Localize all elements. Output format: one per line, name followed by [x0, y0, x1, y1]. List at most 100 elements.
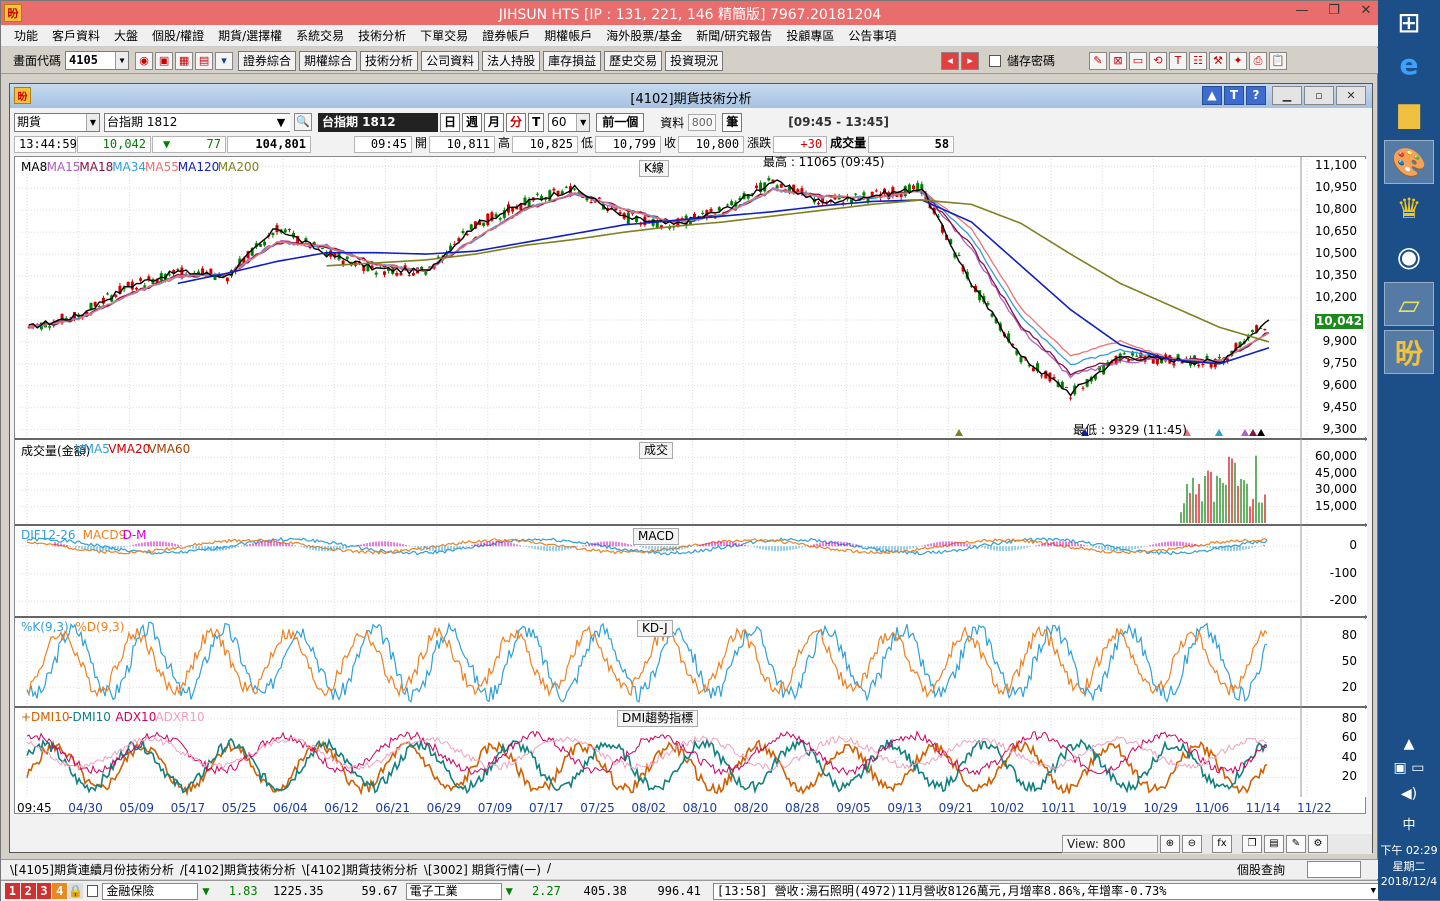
restore-icon[interactable]: ❐ [1325, 3, 1343, 18]
window-tab[interactable]: \[4102]期貨技術分析 [299, 861, 421, 878]
up-triangle-icon[interactable]: ▲ [1202, 86, 1222, 105]
draw-icon[interactable]: ✎ [1286, 835, 1306, 853]
period-button[interactable]: 月 [484, 112, 505, 132]
menu-item[interactable]: 下單交易 [413, 27, 475, 44]
paint-icon[interactable]: 🎨 [1384, 140, 1434, 184]
copy-icon[interactable]: ❐ [1242, 835, 1262, 853]
tray-volume-icon[interactable]: ◀) [1378, 786, 1440, 802]
printer-icon[interactable]: ⎙ [1249, 51, 1267, 70]
menu-item[interactable]: 技術分析 [351, 27, 413, 44]
news-ticker[interactable]: [13:58] 營收:湯石照明(4972)11月營收8126萬元,月增率8.86… [712, 882, 1380, 900]
child-restore-icon[interactable]: ▫ [1304, 86, 1334, 105]
page-3-button[interactable]: 3 [36, 883, 52, 899]
layout-icon[interactable]: ▤ [1264, 835, 1284, 853]
window-tab[interactable]: /[4102]期貨技術分析 [177, 861, 299, 878]
tray-up-arrow-icon[interactable]: ▲ [1378, 736, 1440, 752]
menu-item[interactable]: 海外股票/基金 [599, 27, 689, 44]
prev-button[interactable]: 前一個 [596, 112, 645, 132]
symbol-select[interactable]: 台指期 1812 ▼ [104, 112, 290, 132]
tool-icon-5[interactable]: T [1169, 51, 1187, 70]
menu-item[interactable]: 系統交易 [289, 27, 351, 44]
sector-name[interactable]: 金融保險 [102, 882, 199, 900]
chevron-down-icon[interactable]: ▼ [1371, 884, 1376, 899]
data-count-input[interactable]: 800 [688, 113, 717, 131]
tool-icon-8[interactable]: ✦ [1229, 51, 1247, 70]
stock-query-input[interactable] [1307, 861, 1361, 878]
chevron-down-icon[interactable]: ▼ [115, 52, 129, 69]
magnifier-icon[interactable]: 🔍 [294, 113, 312, 131]
menu-item[interactable]: 個股/權證 [145, 27, 211, 44]
text-t-icon[interactable]: T [1224, 86, 1244, 105]
menu-item[interactable]: 公告事項 [841, 27, 903, 44]
ime-indicator[interactable]: 中 [1378, 814, 1440, 833]
lock-icon[interactable]: 🔒 [68, 883, 84, 899]
forward-arrow-icon[interactable]: ▸ [960, 51, 979, 70]
quick-nav-button[interactable]: 庫存損益 [543, 50, 602, 71]
windows-start-icon[interactable]: ⊞ [1384, 0, 1434, 44]
dropdown-icon[interactable]: ▾ [215, 51, 234, 70]
config-icon[interactable]: ▤ [195, 51, 214, 70]
period-button[interactable]: T [528, 112, 545, 132]
tray-network-icon[interactable]: ▣ ▭ [1378, 760, 1440, 776]
tile-red-icon[interactable]: ▦ [175, 51, 194, 70]
child-close-icon[interactable]: ✕ [1336, 86, 1366, 105]
menu-item[interactable]: 證券帳戶 [475, 27, 537, 44]
technical-chart[interactable]: 11,100 10,950 10,800 10,650 10,500 10,350 10,2… [14, 155, 1367, 815]
sticky-notes-icon[interactable]: ▱ [1384, 282, 1434, 326]
page-1-button[interactable]: 1 [5, 883, 20, 899]
tool-icon-2[interactable]: ⊠ [1109, 51, 1127, 70]
period-button[interactable]: 週 [462, 112, 483, 132]
zoom-in-icon[interactable]: ⊕ [1160, 835, 1180, 853]
clock-time[interactable]: 下午 02:29 [1378, 842, 1440, 858]
jihsun-taskbar-icon[interactable]: 昐 [1384, 330, 1434, 374]
tool-icon-3[interactable]: ▭ [1129, 51, 1147, 70]
period-button[interactable]: 分 [506, 112, 527, 132]
internet-explorer-icon[interactable]: e [1384, 42, 1434, 86]
quick-nav-button[interactable]: 期權綜合 [299, 50, 358, 71]
screen-code-input[interactable]: 4105 ▼ [65, 51, 130, 70]
window-red-icon[interactable]: ▣ [155, 51, 174, 70]
minimize-icon[interactable]: — [1293, 3, 1311, 18]
window-tab[interactable]: / [544, 861, 554, 878]
file-explorer-icon[interactable]: ▆ [1384, 90, 1434, 134]
period-button[interactable]: 日 [440, 112, 461, 132]
chevron-down-icon[interactable]: ▼ [272, 113, 290, 131]
interval-select[interactable]: 60 ▼ [548, 112, 591, 132]
window-tab[interactable]: \[3002] 期貨行情(一) [421, 861, 544, 878]
page-4-button[interactable]: 4 [52, 883, 68, 899]
tool-icon-1[interactable]: ✎ [1089, 51, 1107, 70]
zoom-out-icon[interactable]: ⊖ [1182, 835, 1202, 853]
close-icon[interactable]: ✕ [1357, 3, 1375, 18]
menu-item[interactable]: 投顧專區 [779, 27, 841, 44]
quick-nav-button[interactable]: 證券綜合 [238, 50, 297, 71]
child-minimize-icon[interactable]: ▁ [1272, 86, 1302, 105]
save-password-checkbox[interactable] [988, 54, 1001, 67]
page-2-button[interactable]: 2 [20, 883, 36, 899]
chevron-down-icon[interactable]: ▼ [576, 113, 590, 131]
chrome-icon[interactable]: ◉ [1384, 234, 1434, 278]
crown-app-icon[interactable]: ♛ [1384, 186, 1434, 230]
help-icon[interactable]: ? [1246, 86, 1266, 105]
window-tab[interactable]: \[4105]期貨連續月份技術分析 [7, 861, 177, 878]
tool-icon-4[interactable]: ⟲ [1149, 51, 1167, 70]
settings-gear-icon[interactable]: ⚙ [1308, 835, 1328, 853]
market-select[interactable]: 期貨 ▼ [14, 112, 100, 132]
clipboard-icon[interactable]: 📋 [1269, 51, 1287, 70]
menu-item[interactable]: 新聞/研究報告 [689, 27, 779, 44]
menu-item[interactable]: 客戶資料 [45, 27, 107, 44]
quick-nav-button[interactable]: 投資現況 [665, 50, 724, 71]
menu-item[interactable]: 大盤 [107, 27, 145, 44]
sector-checkbox[interactable] [87, 885, 99, 897]
menu-item[interactable]: 期貨/選擇權 [211, 27, 289, 44]
sector-name[interactable]: 電子工業 [405, 882, 502, 900]
quick-nav-button[interactable]: 法人持股 [482, 50, 541, 71]
quick-nav-button[interactable]: 歷史交易 [604, 50, 663, 71]
quick-nav-button[interactable]: 技術分析 [360, 50, 419, 71]
menu-item[interactable]: 期權帳戶 [537, 27, 599, 44]
menu-item[interactable]: 功能 [7, 27, 45, 44]
quick-nav-button[interactable]: 公司資料 [421, 50, 480, 71]
chevron-down-icon[interactable]: ▼ [86, 113, 99, 131]
back-arrow-icon[interactable]: ◂ [940, 51, 959, 70]
indicator-icon[interactable]: fx [1212, 835, 1232, 853]
view-count[interactable]: View: 800 [1062, 835, 1158, 853]
